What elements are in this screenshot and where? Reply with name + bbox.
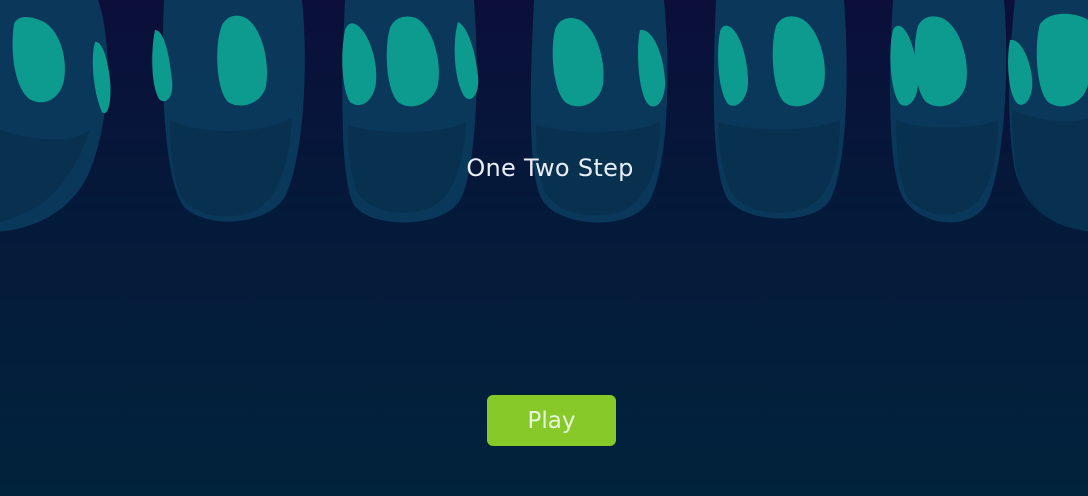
game-screen: One Two Step Play [0, 0, 1088, 496]
game-title: One Two Step [466, 154, 634, 182]
play-button[interactable]: Play [487, 395, 616, 446]
